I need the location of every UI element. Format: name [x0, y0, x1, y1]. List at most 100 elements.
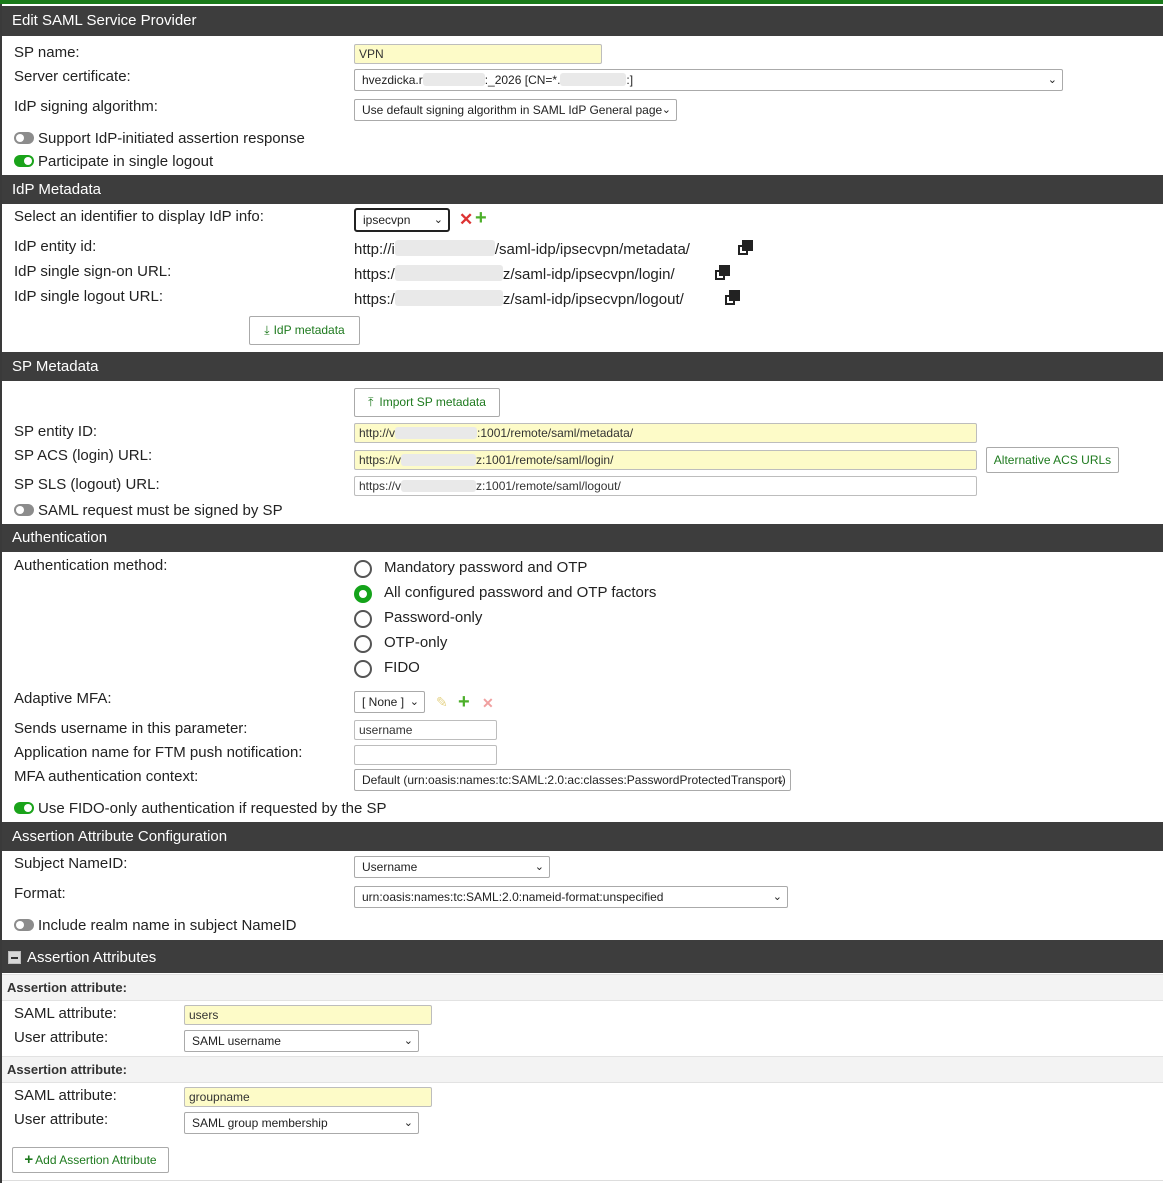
user-attribute-select[interactable]: SAML username ⌄: [184, 1030, 419, 1052]
chevron-down-icon: ⌄: [403, 1035, 413, 1047]
idp-sso-url: https:/z/saml-idp/ipsecvpn/login/: [354, 265, 675, 283]
saml-attribute-input[interactable]: [184, 1005, 432, 1025]
adaptive-mfa-value: [ None ]: [362, 695, 405, 709]
user-attribute-value: SAML username: [192, 1034, 281, 1048]
idp-slo-url: https:/z/saml-idp/ipsecvpn/logout/: [354, 290, 684, 308]
signing-algorithm-label: IdP signing algorithm:: [14, 98, 158, 115]
sp-sls-label: SP SLS (logout) URL:: [14, 476, 160, 493]
copy-icon[interactable]: [715, 265, 731, 281]
delete-identifier-icon[interactable]: ✕: [459, 210, 473, 230]
edit-icon[interactable]: ✎: [436, 694, 448, 711]
assertion-config-header: Assertion Attribute Configuration: [2, 822, 1163, 851]
subject-nameid-label: Subject NameID:: [14, 855, 128, 872]
single-logout-toggle[interactable]: [14, 155, 34, 167]
support-idp-toggle[interactable]: [14, 132, 34, 144]
plus-icon: +: [24, 1151, 34, 1168]
add-icon[interactable]: +: [458, 691, 470, 714]
sp-sls-input[interactable]: https://v z:1001/remote/saml/logout/: [354, 476, 977, 496]
radio-mandatory-password-otp[interactable]: [354, 560, 372, 578]
server-cert-part-b: :_2026 [CN=*.: [484, 73, 561, 87]
app-name-label: Application name for FTM push notificati…: [14, 744, 303, 761]
identifier-select-label: Select an identifier to display IdP info…: [14, 208, 264, 225]
radio-label: Password-only: [384, 609, 483, 626]
realm-label: Include realm name in subject NameID: [38, 917, 297, 934]
radio-fido[interactable]: [354, 660, 372, 678]
chevron-down-icon: ⌄: [403, 1117, 413, 1129]
sp-metadata-header: SP Metadata: [2, 352, 1163, 381]
page-title: Edit SAML Service Provider: [2, 6, 1163, 36]
user-attribute-label: User attribute:: [14, 1029, 109, 1046]
chevron-down-icon: ⌄: [433, 214, 443, 226]
adaptive-mfa-select[interactable]: [ None ] ⌄: [354, 691, 425, 713]
redacted-block: [422, 73, 485, 86]
saml-attribute-input[interactable]: [184, 1087, 432, 1107]
server-cert-select[interactable]: hvezdicka.r :_2026 [CN=*.:] ⌄: [354, 69, 1063, 91]
radio-all-configured-factors[interactable]: [354, 585, 372, 603]
radio-label: FIDO: [384, 659, 420, 676]
user-attribute-value: SAML group membership: [192, 1116, 328, 1130]
user-attribute-select[interactable]: SAML group membership ⌄: [184, 1112, 419, 1134]
server-cert-part-a: hvezdicka.r: [362, 73, 423, 87]
identifier-value: ipsecvpn: [363, 213, 411, 227]
chevron-down-icon: ⌄: [772, 891, 782, 903]
username-param-input[interactable]: [354, 720, 497, 740]
assertion-attribute-subheader: Assertion attribute:: [2, 974, 1163, 1001]
idp-entity-url: http://i/saml-idp/ipsecvpn/metadata/: [354, 240, 690, 258]
user-attribute-label: User attribute:: [14, 1111, 109, 1128]
auth-method-label: Authentication method:: [14, 557, 168, 574]
format-select[interactable]: urn:oasis:names:tc:SAML:2.0:nameid-forma…: [354, 886, 788, 908]
assertion-attributes-header: Assertion Attributes: [2, 940, 1163, 973]
collapse-icon[interactable]: [8, 951, 21, 964]
radio-label: Mandatory password and OTP: [384, 559, 588, 576]
sp-name-input[interactable]: [354, 44, 602, 64]
radio-label: OTP-only: [384, 634, 448, 651]
sp-name-label: SP name:: [14, 44, 80, 61]
import-sp-metadata-button[interactable]: ⤒ Import SP metadata: [354, 388, 500, 417]
mfa-context-value: Default (urn:oasis:names:tc:SAML:2.0:ac:…: [362, 773, 786, 787]
subject-nameid-value: Username: [362, 860, 418, 874]
chevron-down-icon: ⌄: [534, 861, 544, 873]
authentication-header: Authentication: [2, 524, 1163, 552]
add-assertion-attribute-button[interactable]: + Add Assertion Attribute: [12, 1147, 169, 1173]
server-cert-part-c: :]: [626, 73, 634, 87]
mfa-context-select[interactable]: Default (urn:oasis:names:tc:SAML:2.0:ac:…: [354, 769, 791, 791]
alternative-acs-button[interactable]: Alternative ACS URLs: [986, 447, 1119, 473]
app-name-input[interactable]: [354, 745, 497, 765]
sp-signed-toggle[interactable]: [14, 504, 34, 516]
chevron-down-icon: ⌄: [1047, 74, 1057, 86]
upload-icon: ⤒: [368, 395, 374, 409]
add-identifier-icon[interactable]: +: [475, 207, 487, 230]
format-label: Format:: [14, 885, 66, 902]
copy-icon[interactable]: [738, 240, 754, 256]
signing-algorithm-select[interactable]: Use default signing algorithm in SAML Id…: [354, 99, 677, 121]
radio-otp-only[interactable]: [354, 635, 372, 653]
redacted-block: [560, 73, 627, 86]
identifier-select[interactable]: ipsecvpn ⌄: [354, 208, 450, 232]
single-logout-label: Participate in single logout: [38, 153, 214, 170]
download-icon: ⤓: [264, 323, 270, 337]
format-value: urn:oasis:names:tc:SAML:2.0:nameid-forma…: [362, 890, 664, 904]
sp-entity-label: SP entity ID:: [14, 423, 98, 440]
delete-icon[interactable]: ✕: [482, 695, 494, 712]
chevron-down-icon: ⌄: [661, 104, 671, 116]
sp-acs-input[interactable]: https://v z:1001/remote/saml/login/: [354, 450, 977, 470]
copy-icon[interactable]: [725, 290, 741, 306]
fido-only-toggle[interactable]: [14, 802, 34, 814]
subject-nameid-select[interactable]: Username ⌄: [354, 856, 550, 878]
bottom-divider: [2, 1180, 1163, 1181]
download-idp-metadata-button[interactable]: ⤓ IdP metadata: [249, 316, 360, 345]
username-param-label: Sends username in this parameter:: [14, 720, 248, 737]
sp-signed-label: SAML request must be signed by SP: [38, 502, 283, 519]
signing-algorithm-value: Use default signing algorithm in SAML Id…: [362, 103, 663, 117]
radio-label: All configured password and OTP factors: [384, 584, 657, 601]
fido-only-label: Use FIDO-only authentication if requeste…: [38, 800, 387, 817]
radio-password-only[interactable]: [354, 610, 372, 628]
saml-attribute-label: SAML attribute:: [14, 1087, 117, 1104]
sp-entity-input[interactable]: http://v:1001/remote/saml/metadata/: [354, 423, 977, 443]
realm-toggle[interactable]: [14, 919, 34, 931]
chevron-down-icon: ⌄: [775, 774, 785, 786]
idp-slo-label: IdP single logout URL:: [14, 288, 163, 305]
support-idp-label: Support IdP-initiated assertion response: [38, 130, 305, 147]
server-cert-label: Server certificate:: [14, 68, 131, 85]
top-accent-bar: [0, 0, 1163, 4]
